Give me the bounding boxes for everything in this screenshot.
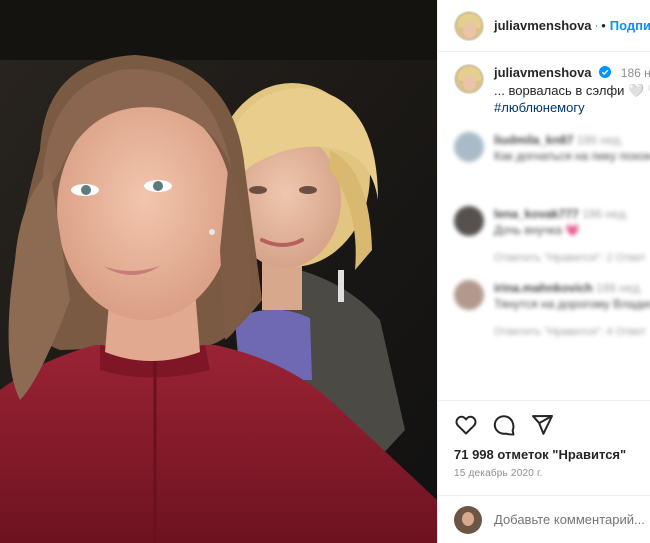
comment-icon[interactable] — [492, 413, 516, 437]
comment-meta[interactable]: Ответить "Нравится": 2 Ответ — [494, 250, 646, 266]
comment-body: liudmila_kn87 186 нед. Как догнаться на … — [494, 132, 650, 188]
comment-username[interactable]: irina.mahnkovich — [494, 281, 593, 295]
post-date: 15 декабрь 2020 г. — [454, 468, 543, 479]
caption-time: 186 нед. — [620, 66, 650, 80]
caption-text: ... ворвалась в сэлфи — [494, 83, 625, 98]
verified-badge-icon — [599, 66, 612, 78]
instagram-post: juliavmenshova • Подпи juliavmenshova 18… — [0, 0, 650, 543]
comments-list: liudmila_kn87 186 нед. Как догнаться на … — [454, 132, 650, 402]
caption-avatar[interactable] — [454, 64, 484, 94]
comment-text: Тянутся на дорогому Владимиру — [494, 297, 650, 311]
comment-text: Как догнаться на пику похож — [494, 149, 650, 163]
current-user-avatar — [454, 505, 482, 534]
comment-item: liudmila_kn87 186 нед. Как догнаться на … — [454, 132, 650, 188]
author-avatar[interactable] — [454, 10, 484, 41]
follow-button[interactable]: Подпи — [610, 18, 650, 33]
comment-time: 186 нед. — [596, 281, 643, 295]
post-actions: 71 998 отметок "Нравится" 15 декабрь 202… — [438, 400, 650, 479]
post-sidebar: juliavmenshova • Подпи juliavmenshova 18… — [437, 0, 650, 543]
post-header: juliavmenshova • Подпи — [438, 0, 650, 52]
share-icon[interactable] — [530, 413, 554, 437]
commenter-avatar[interactable] — [454, 280, 484, 310]
author-username[interactable]: juliavmenshova — [494, 18, 592, 33]
caption-username[interactable]: juliavmenshova — [494, 65, 592, 80]
comment-username[interactable]: liudmila_kn87 — [494, 133, 573, 147]
comment-text: Дочь внучка 💗 — [494, 223, 581, 237]
post-photo[interactable] — [0, 0, 437, 543]
comment-item: irina.mahnkovich 186 нед. Тянутся на дор… — [454, 280, 650, 338]
heart-icon[interactable] — [454, 413, 478, 437]
commenter-avatar[interactable] — [454, 132, 484, 162]
add-comment-bar — [438, 495, 650, 543]
verified-badge-icon — [595, 24, 598, 27]
action-icons — [454, 413, 635, 437]
caption-hearts: 🤍 🤍 — [628, 83, 650, 98]
caption-body: juliavmenshova 186 нед. ... ворвалась в … — [494, 64, 650, 116]
comment-time: 186 нед. — [576, 133, 624, 147]
comment-meta[interactable]: Ответить "Нравится": 4 Ответ — [494, 324, 650, 340]
likes-number: 71 998 — [454, 447, 494, 462]
comment-item: lena_kovak777 186 нед. Дочь внучка 💗 Отв… — [454, 206, 650, 264]
header-separator: • — [601, 18, 606, 33]
comment-username[interactable]: lena_kovak777 — [494, 207, 579, 221]
commenter-avatar[interactable] — [454, 206, 484, 236]
likes-label: отметок "Нравится" — [497, 447, 627, 462]
caption-hashtag[interactable]: #люблюнемогу — [494, 99, 650, 116]
comment-input[interactable] — [494, 512, 644, 527]
comment-time: 186 нед. — [582, 207, 629, 221]
likes-count[interactable]: 71 998 отметок "Нравится" — [454, 447, 635, 462]
post-caption: juliavmenshova 186 нед. ... ворвалась в … — [454, 64, 650, 116]
comment-body: lena_kovak777 186 нед. Дочь внучка 💗 Отв… — [494, 206, 646, 264]
comment-body: irina.mahnkovich 186 нед. Тянутся на дор… — [494, 280, 650, 338]
